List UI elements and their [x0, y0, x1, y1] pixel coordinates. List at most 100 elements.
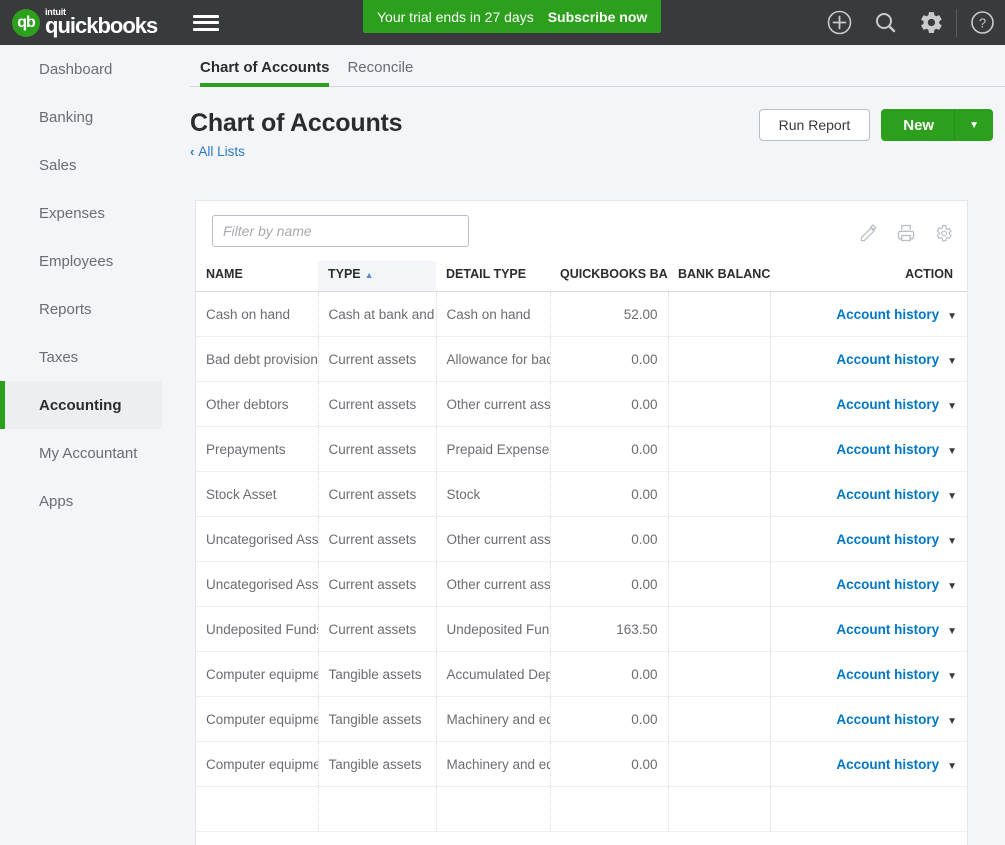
sidebar-item-label: Sales: [39, 156, 77, 174]
cell-bank-balance: [668, 786, 771, 832]
sidebar-item-sales[interactable]: Sales: [0, 141, 190, 189]
cell-action: Account history ▼: [770, 651, 967, 697]
chevron-down-icon[interactable]: ▼: [947, 626, 957, 637]
account-history-link[interactable]: Account history: [836, 352, 939, 367]
chevron-down-icon[interactable]: ▼: [947, 581, 957, 592]
tab-reconcile[interactable]: Reconcile: [347, 59, 431, 86]
cell-bank-balance: [668, 426, 771, 472]
gear-icon[interactable]: [908, 0, 954, 45]
gear-icon[interactable]: [934, 224, 953, 243]
account-history-link[interactable]: Account history: [836, 307, 939, 322]
cell-quickbooks-balance: 0.00: [550, 336, 669, 382]
account-history-link[interactable]: Account history: [836, 667, 939, 682]
cell-bank-balance: [668, 606, 771, 652]
chevron-down-icon[interactable]: ▼: [955, 120, 993, 131]
column-header-type[interactable]: TYPE ▲: [318, 261, 436, 292]
account-history-link[interactable]: Account history: [836, 757, 939, 772]
quickbooks-logo[interactable]: qb intuit quickbooks: [12, 8, 158, 38]
column-header-name[interactable]: NAME: [196, 261, 318, 292]
account-history-link[interactable]: Account history: [836, 442, 939, 457]
cell-type: Current assets: [318, 561, 437, 607]
subscribe-now-link[interactable]: Subscribe now: [548, 9, 648, 25]
table-row[interactable]: Undeposited Funds Current assets Undepos…: [196, 606, 967, 652]
cell-quickbooks-balance: 0.00: [550, 696, 669, 742]
cell-detail-type: Stock: [436, 471, 551, 517]
cell-type: Tangible assets: [318, 696, 437, 742]
table-toolbar-icons: [859, 223, 953, 243]
sidebar-item-accounting[interactable]: Accounting: [0, 381, 162, 429]
cell-name: Uncategorised Asset: [196, 561, 319, 607]
table-row[interactable]: Uncategorised Asset Current assets Other…: [196, 561, 967, 607]
table-row[interactable]: Bad debt provision Current assets Allowa…: [196, 336, 967, 382]
chevron-down-icon[interactable]: ▼: [947, 401, 957, 412]
table-row[interactable]: Computer equipment Tangible assets Accum…: [196, 651, 967, 697]
new-button[interactable]: New ▼: [881, 109, 993, 141]
quickbooks-wordmark: quickbooks: [45, 13, 158, 38]
account-history-link[interactable]: Account history: [836, 532, 939, 547]
cell-detail-type: Accumulated Depreciation: [436, 651, 551, 697]
page-action-buttons: Run Report New ▼: [758, 109, 993, 141]
table-row[interactable]: Prepayments Current assets Prepaid Expen…: [196, 426, 967, 472]
chevron-down-icon[interactable]: ▼: [947, 536, 957, 547]
table-row[interactable]: Cash on hand Cash at bank and in hand Ca…: [196, 291, 967, 337]
sidebar-item-label: My Accountant: [39, 444, 138, 462]
pencil-icon[interactable]: [859, 224, 878, 243]
cell-action: Account history ▼: [770, 606, 967, 652]
table-row[interactable]: Stock Asset Current assets Stock 0.00 Ac…: [196, 471, 967, 517]
tab-chart-of-accounts[interactable]: Chart of Accounts: [200, 59, 347, 87]
sidebar-item-label: Banking: [39, 108, 94, 126]
chevron-down-icon[interactable]: ▼: [947, 716, 957, 727]
table-row[interactable]: Uncategorised Asset Current assets Other…: [196, 516, 967, 562]
run-report-button[interactable]: Run Report: [758, 109, 871, 141]
column-header-bank-balance[interactable]: BANK BALANCE: [668, 261, 770, 292]
printer-icon[interactable]: [896, 223, 916, 243]
column-header-quickbooks-balance[interactable]: QUICKBOOKS BALANCE: [550, 261, 668, 292]
account-history-link[interactable]: Account history: [836, 577, 939, 592]
chevron-down-icon[interactable]: ▼: [947, 491, 957, 502]
table-row[interactable]: Computer equipment Tangible assets Machi…: [196, 741, 967, 787]
sidebar-item-dashboard[interactable]: Dashboard: [0, 45, 190, 93]
chevron-down-icon[interactable]: ▼: [947, 446, 957, 457]
chevron-down-icon[interactable]: ▼: [947, 356, 957, 367]
cell-detail-type: [436, 786, 551, 832]
hamburger-line: [193, 14, 220, 18]
filter-by-name-input[interactable]: [212, 215, 469, 247]
account-history-link[interactable]: Account history: [836, 622, 939, 637]
menu-hamburger-icon[interactable]: [193, 13, 220, 33]
account-history-link[interactable]: Account history: [836, 487, 939, 502]
account-history-link[interactable]: Account history: [836, 397, 939, 412]
tab-label: Reconcile: [347, 59, 414, 76]
cell-type: Current assets: [318, 516, 437, 562]
add-icon[interactable]: [816, 0, 862, 45]
table-row[interactable]: [196, 786, 967, 832]
cell-name: Computer equipment: [196, 696, 319, 742]
sidebar-item-expenses[interactable]: Expenses: [0, 189, 190, 237]
sidebar-item-apps[interactable]: Apps: [0, 477, 190, 525]
cell-action: Account history ▼: [770, 516, 967, 562]
sidebar-item-taxes[interactable]: Taxes: [0, 333, 190, 381]
column-header-detail-type[interactable]: DETAIL TYPE: [436, 261, 550, 292]
main-content: Chart of Accounts Reconcile Chart of Acc…: [190, 45, 1005, 845]
sidebar-item-banking[interactable]: Banking: [0, 93, 190, 141]
cell-bank-balance: [668, 561, 771, 607]
chevron-down-icon[interactable]: ▼: [947, 761, 957, 772]
table-row[interactable]: Other debtors Current assets Other curre…: [196, 381, 967, 427]
sidebar-item-employees[interactable]: Employees: [0, 237, 190, 285]
chevron-down-icon[interactable]: ▼: [947, 671, 957, 682]
sidebar-item-my-accountant[interactable]: My Accountant: [0, 429, 190, 477]
sidebar-item-reports[interactable]: Reports: [0, 285, 190, 333]
cell-type: Cash at bank and in hand: [318, 291, 437, 337]
account-history-link[interactable]: Account history: [836, 712, 939, 727]
cell-quickbooks-balance: 0.00: [550, 651, 669, 697]
cell-name: Other debtors: [196, 381, 319, 427]
cell-type: Tangible assets: [318, 741, 437, 787]
search-icon[interactable]: [862, 0, 908, 45]
cell-type: Current assets: [318, 381, 437, 427]
help-icon[interactable]: ?: [959, 0, 1005, 45]
table-row[interactable]: Computer equipment Tangible assets Machi…: [196, 696, 967, 742]
breadcrumb-all-lists[interactable]: ‹ All Lists: [190, 144, 245, 159]
chevron-down-icon[interactable]: ▼: [947, 311, 957, 322]
trial-banner[interactable]: Your trial ends in 27 days Subscribe now: [363, 0, 662, 33]
cell-type: Current assets: [318, 606, 437, 652]
column-header-type-label: TYPE: [328, 267, 361, 281]
